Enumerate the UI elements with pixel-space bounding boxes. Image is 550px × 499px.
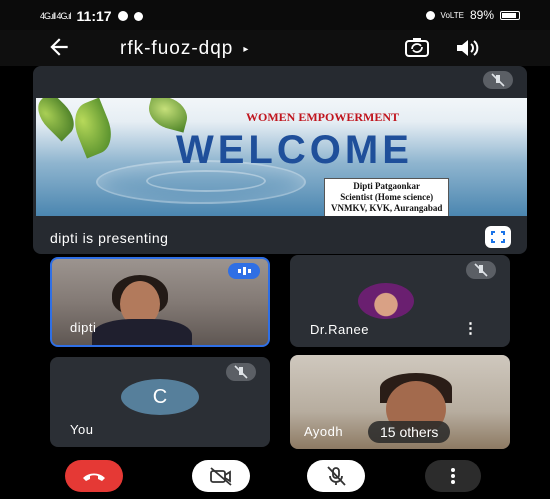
arrow-back-icon[interactable] — [46, 34, 72, 67]
clock: 11:17 — [76, 8, 112, 24]
network-label: VoLTE — [440, 10, 464, 20]
video-feed — [92, 319, 192, 345]
participant-tile-dipti[interactable]: dipti — [50, 257, 270, 347]
water-ripple-graphic — [146, 170, 266, 192]
signal-icon: 4G.ıll 4G.ıl — [40, 11, 72, 21]
participant-name: You — [70, 422, 94, 437]
presentation-slide: WOMEN EMPOWERMENT WELCOME Dipti Patgaonk… — [36, 98, 527, 216]
participant-name: dipti — [70, 320, 97, 335]
switch-camera-icon[interactable] — [404, 36, 430, 65]
fullscreen-icon[interactable] — [485, 226, 511, 248]
presenter-designation: Scientist (Home science) — [340, 192, 434, 202]
presenter-organization: VNMKV, KVK, Aurangabad — [331, 203, 443, 213]
alarm-icon — [425, 10, 435, 20]
more-options-icon — [451, 468, 455, 484]
meeting-code-text: rfk-fuoz-dqp — [120, 38, 234, 59]
presenting-label: dipti is presenting — [50, 230, 169, 246]
status-right: VoLTE 89% — [425, 8, 520, 22]
battery-percent: 89% — [469, 8, 494, 22]
meeting-code[interactable]: rfk-fuoz-dqp ▸ — [120, 38, 249, 60]
hang-up-button[interactable] — [65, 460, 123, 492]
call-controls — [0, 450, 550, 499]
mic-off-icon — [327, 466, 346, 486]
hang-up-icon — [83, 473, 105, 481]
app-bar: rfk-fuoz-dqp ▸ — [0, 30, 550, 66]
presenter-info-box: Dipti Patgaonkar Scientist (Home science… — [324, 178, 450, 216]
camera-off-icon — [210, 467, 232, 486]
notification-icon — [117, 11, 128, 21]
participant-tile-ayodhya[interactable]: Ayodh 15 others — [290, 355, 510, 449]
participant-tile-ranee[interactable]: Dr.Ranee ⋮ — [290, 255, 510, 347]
slide-heading: WOMEN EMPOWERMENT — [246, 110, 399, 124]
messenger-icon — [133, 11, 143, 21]
camera-toggle-button[interactable] — [192, 460, 250, 492]
participant-tile-you[interactable]: C You — [50, 357, 270, 447]
leaf-graphic — [67, 98, 119, 159]
more-options-button[interactable] — [425, 460, 481, 492]
participant-name: Dr.Ranee — [310, 322, 369, 337]
participant-name: Ayodh — [304, 424, 344, 439]
mic-off-icon — [483, 71, 513, 89]
mic-toggle-button[interactable] — [307, 460, 365, 492]
caret-right-icon: ▸ — [243, 43, 250, 55]
avatar — [358, 283, 414, 319]
mic-off-icon — [226, 363, 256, 381]
battery-icon — [500, 10, 520, 20]
slide-title: WELCOME — [176, 128, 413, 172]
status-bar: 4G.ıll 4G.ıl 11:17 VoLTE 89% — [0, 0, 550, 30]
others-count-badge[interactable]: 15 others — [368, 421, 451, 443]
mic-off-icon — [466, 261, 496, 279]
more-options-icon[interactable]: ⋮ — [463, 319, 478, 337]
speaking-indicator-icon — [228, 263, 260, 279]
presenter-name: Dipti Patgaonkar — [353, 181, 421, 191]
status-left: 4G.ıll 4G.ıl 11:17 — [40, 8, 143, 24]
presentation-tile[interactable]: WOMEN EMPOWERMENT WELCOME Dipti Patgaonk… — [33, 66, 527, 254]
speaker-icon[interactable] — [454, 36, 480, 65]
avatar: C — [121, 379, 199, 415]
